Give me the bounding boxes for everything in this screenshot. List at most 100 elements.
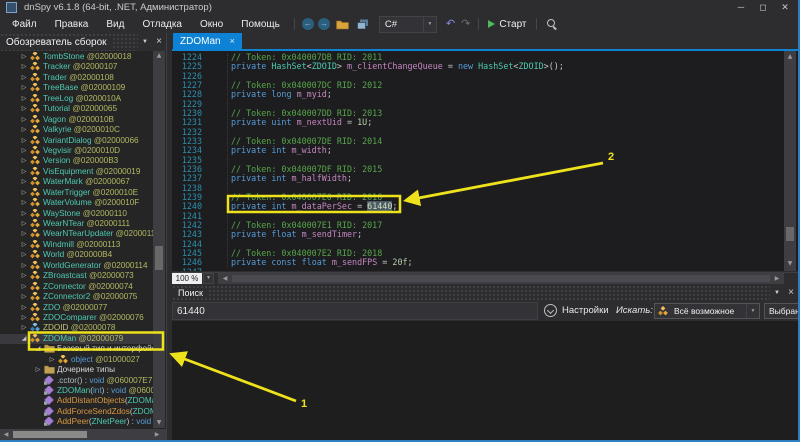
menu-item-1[interactable]: Правка bbox=[46, 17, 98, 32]
panel-close-icon[interactable]: × bbox=[784, 284, 798, 302]
tree-item[interactable]: ▷ Tutorial @02000065 bbox=[0, 104, 153, 114]
expander-collapsed-icon[interactable]: ▷ bbox=[18, 83, 30, 93]
scroll-left-icon[interactable]: ◀ bbox=[220, 275, 230, 282]
tree-item[interactable]: ▷ ZConnector @02000074 bbox=[0, 282, 153, 292]
search-results-area[interactable] bbox=[172, 321, 798, 440]
menu-item-3[interactable]: Отладка bbox=[133, 17, 191, 32]
expander-collapsed-icon[interactable]: ▷ bbox=[18, 73, 30, 83]
editor-hscroll-thumb[interactable] bbox=[232, 275, 770, 282]
expander-collapsed-icon[interactable]: ▷ bbox=[46, 355, 58, 365]
expander-expanded-icon[interactable]: ◢ bbox=[18, 334, 30, 344]
tree-item[interactable]: ▷ WorldGenerator @02000114 bbox=[0, 261, 153, 271]
expander-collapsed-icon[interactable]: ▷ bbox=[18, 156, 30, 166]
expander-collapsed-icon[interactable]: ▷ bbox=[18, 282, 30, 292]
windows-layout-button[interactable] bbox=[357, 19, 369, 30]
menu-item-5[interactable]: Помощь bbox=[232, 17, 289, 32]
expander-collapsed-icon[interactable]: ▷ bbox=[18, 146, 30, 156]
search-icon[interactable] bbox=[546, 18, 558, 30]
menu-item-2[interactable]: Вид bbox=[97, 17, 133, 32]
panel-close-icon[interactable]: × bbox=[152, 33, 166, 51]
scroll-up-icon[interactable]: ▲ bbox=[784, 53, 796, 60]
tree-vscroll-thumb[interactable] bbox=[155, 246, 163, 270]
expander-collapsed-icon[interactable]: ▷ bbox=[18, 292, 30, 302]
expander-collapsed-icon[interactable]: ▷ bbox=[18, 261, 30, 271]
tree-item[interactable]: ▷ WaterMark @02000067 bbox=[0, 177, 153, 187]
language-selector[interactable]: C# ▼ bbox=[379, 16, 437, 33]
menu-item-0[interactable]: Файл bbox=[3, 17, 46, 32]
tree-item[interactable]: ▷ Windmill @02000113 bbox=[0, 240, 153, 250]
expander-collapsed-icon[interactable]: ▷ bbox=[18, 188, 30, 198]
expander-collapsed-icon[interactable]: ▷ bbox=[18, 209, 30, 219]
search-input[interactable] bbox=[172, 302, 538, 320]
expander-collapsed-icon[interactable]: ▷ bbox=[18, 240, 30, 250]
expander-expanded-icon[interactable]: ◢ bbox=[32, 344, 44, 354]
code-line[interactable]: 1243 private float m_sendTimer; bbox=[172, 230, 772, 239]
chevron-down-icon[interactable]: ▼ bbox=[746, 304, 759, 318]
tree-item[interactable]: AddPeer(ZNetPeer) : void ( bbox=[0, 417, 153, 427]
tree-item[interactable]: ▷ TreeBase @02000109 bbox=[0, 83, 153, 93]
tab-zdoman[interactable]: ZDOMan × bbox=[173, 33, 242, 49]
tree-item[interactable]: ▷ Vagon @0200010B bbox=[0, 115, 153, 125]
tree-item[interactable]: ▷ Дочерние типы bbox=[0, 365, 153, 375]
search-files-dropdown[interactable]: Выбранные файлы ▼ bbox=[764, 303, 800, 319]
expander-collapsed-icon[interactable]: ▷ bbox=[18, 177, 30, 187]
expander-collapsed-icon[interactable]: ▷ bbox=[18, 229, 30, 239]
expander-collapsed-icon[interactable]: ▷ bbox=[18, 219, 30, 229]
menu-item-4[interactable]: Окно bbox=[191, 17, 232, 32]
maximize-button[interactable]: ◻ bbox=[752, 1, 774, 14]
tree-item[interactable]: ▷ Version @020000B3 bbox=[0, 156, 153, 166]
panel-menu-icon[interactable]: ▼ bbox=[770, 284, 784, 302]
start-button[interactable]: Старт bbox=[488, 19, 526, 30]
expander-collapsed-icon[interactable]: ▷ bbox=[18, 52, 30, 62]
tree-item[interactable]: ▷ ZDOID @02000078 bbox=[0, 323, 153, 333]
minimize-button[interactable]: ─ bbox=[730, 1, 752, 14]
expander-collapsed-icon[interactable]: ▷ bbox=[18, 271, 30, 281]
tree-item[interactable]: ▷ ZDOComparer @02000076 bbox=[0, 313, 153, 323]
tree-item[interactable]: ▷ object @01000027 bbox=[0, 355, 153, 365]
expander-collapsed-icon[interactable]: ▷ bbox=[32, 365, 44, 375]
tree-item[interactable]: ▷ TombStone @02000018 bbox=[0, 52, 153, 62]
tree-item[interactable]: AddDistantObjects(ZDOMa bbox=[0, 396, 153, 406]
tree-item[interactable]: ▷ VisEquipment @02000019 bbox=[0, 167, 153, 177]
scroll-up-icon[interactable]: ▲ bbox=[153, 52, 165, 59]
expander-collapsed-icon[interactable]: ▷ bbox=[18, 62, 30, 72]
open-folder-button[interactable] bbox=[336, 19, 349, 30]
tree-item[interactable]: ▷ Tracker @02000107 bbox=[0, 62, 153, 72]
code-line[interactable]: 1234 private int m_width; bbox=[172, 146, 772, 155]
tree-vscrollbar[interactable] bbox=[153, 51, 165, 428]
undo-button[interactable]: ↶ bbox=[446, 19, 455, 30]
panel-menu-icon[interactable]: ▼ bbox=[138, 33, 152, 51]
expander-collapsed-icon[interactable]: ▷ bbox=[18, 313, 30, 323]
code-line[interactable]: 1247 bbox=[172, 268, 772, 271]
search-type-dropdown[interactable]: Всё возможное ▼ bbox=[654, 303, 760, 319]
tree-item[interactable]: ▷ TreeLog @0200010A bbox=[0, 94, 153, 104]
settings-chevron-icon[interactable] bbox=[544, 304, 557, 317]
chevron-down-icon[interactable]: ▼ bbox=[423, 17, 436, 32]
code-line[interactable]: 1228 private long m_myid; bbox=[172, 90, 772, 99]
expander-collapsed-icon[interactable]: ▷ bbox=[18, 250, 30, 260]
expander-collapsed-icon[interactable]: ▷ bbox=[18, 136, 30, 146]
expander-collapsed-icon[interactable]: ▷ bbox=[18, 198, 30, 208]
tree-item[interactable]: ▷ World @020000B4 bbox=[0, 250, 153, 260]
tree-item[interactable]: ▷ WearNTearUpdater @02000112 bbox=[0, 229, 153, 239]
editor-vscroll-thumb[interactable] bbox=[786, 227, 794, 241]
tree-item[interactable]: ▷ ZConnector2 @02000075 bbox=[0, 292, 153, 302]
tree-item[interactable]: ZDOMan(int) : void @0600 bbox=[0, 386, 153, 396]
tree-item[interactable]: ▷ WaterVolume @0200010F bbox=[0, 198, 153, 208]
tree-item[interactable]: ▷ Vegvisir @0200010D bbox=[0, 146, 153, 156]
scroll-right-icon[interactable]: ▶ bbox=[772, 275, 782, 282]
expander-collapsed-icon[interactable]: ▷ bbox=[18, 104, 30, 114]
code-line[interactable]: 1225 private HashSet<ZDOID> m_clientChan… bbox=[172, 62, 772, 71]
tree-item[interactable]: ▷ WayStone @02000110 bbox=[0, 209, 153, 219]
expander-collapsed-icon[interactable]: ▷ bbox=[18, 125, 30, 135]
code-line[interactable]: 1240 private int m_dataPerSec = 61440; bbox=[172, 202, 772, 211]
scroll-left-icon[interactable]: ◀ bbox=[1, 431, 11, 438]
tree-item[interactable]: ◢ Базовый тип и интерфейсы bbox=[0, 344, 153, 354]
zoom-level-box[interactable]: 100 % bbox=[172, 273, 202, 284]
expander-collapsed-icon[interactable]: ▷ bbox=[18, 115, 30, 125]
tree-item[interactable]: ▷ ZDO @02000077 bbox=[0, 303, 153, 313]
scroll-right-icon[interactable]: ▶ bbox=[152, 431, 162, 438]
code-line[interactable]: 1237 private int m_halfWidth; bbox=[172, 174, 772, 183]
tree-hscroll-thumb[interactable] bbox=[13, 431, 87, 438]
code-line[interactable]: 1231 private uint m_nextUid = 1U; bbox=[172, 118, 772, 127]
